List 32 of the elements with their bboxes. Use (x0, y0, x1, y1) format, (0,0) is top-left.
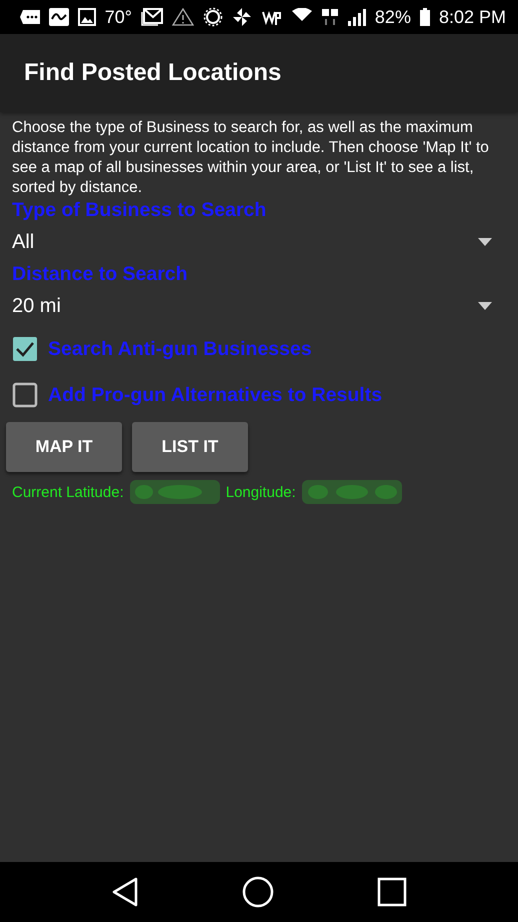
caret-icon (478, 238, 492, 246)
chat-icon (20, 10, 40, 24)
instructions-text: Choose the type of Business to search for, as well as the maximum distance from your current location to include. Then choose 'Map It' to see a map of all businesses within your area, or 'List It' to see a list, sorted by distance. (12, 118, 490, 198)
back-icon[interactable] (111, 877, 140, 907)
checkbox[interactable] (12, 382, 38, 408)
mail-icon (140, 8, 163, 26)
field-label: Distance to Search (12, 262, 189, 286)
temperature: 70° (104, 6, 132, 28)
network-icon (320, 8, 339, 26)
signal-icon (348, 8, 366, 26)
image-icon (78, 8, 96, 26)
blurred-value-icon (302, 480, 402, 504)
recents-icon[interactable] (376, 877, 407, 907)
longitude-label: Longitude: (226, 484, 296, 500)
home-icon[interactable] (242, 876, 274, 908)
action-button[interactable]: LIST IT (132, 422, 248, 472)
battery-icon (420, 8, 430, 26)
field-label: Type of Business to Search (12, 198, 268, 222)
dropdown[interactable]: All (12, 222, 510, 262)
action-button[interactable]: MAP IT (6, 422, 122, 472)
screen-title: Find Posted Locations (24, 59, 282, 87)
app-icon (48, 8, 69, 26)
latitude-label: Current Latitude: (12, 484, 124, 500)
checkbox[interactable] (12, 336, 38, 362)
pinwheel-icon (232, 7, 252, 27)
clock: 8:02 PM (438, 6, 506, 28)
battery-percent: 82% (374, 6, 411, 28)
warning-icon (172, 8, 194, 26)
sun-icon (202, 7, 223, 27)
caret-icon (478, 302, 492, 310)
blurred-value-icon (130, 480, 220, 504)
dropdown[interactable]: 20 mi (12, 286, 510, 326)
